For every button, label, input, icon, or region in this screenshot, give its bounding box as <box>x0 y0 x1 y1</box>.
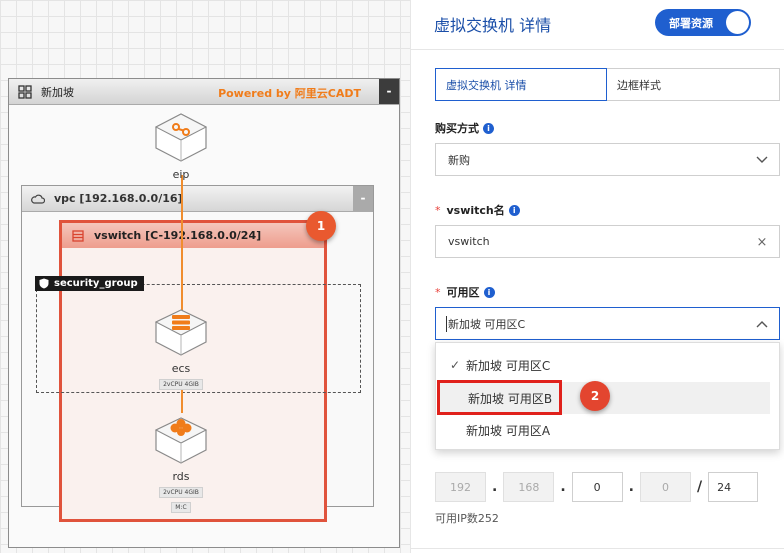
rds-node[interactable]: rds 2vCPU 4GIB M:C <box>153 416 209 513</box>
info-icon[interactable]: i <box>508 204 520 216</box>
vswitch-header: vswitch [C-192.168.0.0/24] <box>62 223 324 248</box>
region-title: 新加坡 <box>41 85 74 99</box>
zone-option-a-label: 新加坡 可用区A <box>466 423 551 438</box>
zone-option-c-label: 新加坡 可用区C <box>466 358 551 373</box>
chevron-up-icon <box>755 317 769 331</box>
required-mark: * <box>435 203 441 217</box>
ecs-node[interactable]: ecs 2vCPU 4GIB <box>153 308 209 390</box>
zone-select[interactable]: 新加坡 可用区C <box>435 307 780 340</box>
ip-octet-1: 192 <box>435 472 486 502</box>
zone-select-value: 新加坡 可用区C <box>446 315 526 332</box>
purchase-mode-select[interactable]: 新购 <box>435 143 780 176</box>
tab-vswitch-details[interactable]: 虚拟交换机 详情 <box>435 68 607 101</box>
rds-label: rds <box>172 470 190 483</box>
eip-label: eip <box>172 168 190 181</box>
shield-icon <box>39 278 49 289</box>
security-group-text: security_group <box>54 278 138 289</box>
deploy-resource-toggle[interactable]: 部署资源 <box>655 9 751 36</box>
vpc-header: vpc [192.168.0.0/16] - <box>22 186 373 212</box>
zone-text: 可用区 <box>446 286 480 299</box>
security-group-label: security_group <box>35 276 144 291</box>
highlight-box <box>437 380 562 415</box>
powered-by-label: Powered by 阿里云CADT <box>218 87 361 100</box>
vswitch-name-label: * vswitch名 i <box>435 202 520 218</box>
ip-octet-2: 168 <box>503 472 555 502</box>
dot-separator: . <box>492 479 498 495</box>
eip-ecs-connection <box>181 175 183 315</box>
tab-border-style[interactable]: 边框样式 <box>607 69 779 100</box>
available-ip-count: 可用IP数252 <box>435 512 499 525</box>
vswitch-icon <box>68 226 88 246</box>
purchase-mode-text: 购买方式 <box>435 122 479 135</box>
ecs-label: ecs <box>171 362 191 375</box>
vswitch-title: vswitch [C-192.168.0.0/24] <box>94 229 262 242</box>
eip-node[interactable]: eip <box>153 112 209 181</box>
ecs-icon <box>154 309 208 356</box>
ecs-spec-tag: 2vCPU 4GIB <box>159 379 203 390</box>
zone-option-c[interactable]: ✓ 新加坡 可用区C <box>436 349 779 381</box>
divider <box>411 49 784 50</box>
vswitch-name-text: vswitch名 <box>446 204 505 217</box>
info-icon[interactable]: i <box>483 122 494 134</box>
eip-icon <box>154 113 208 162</box>
panel-title: 虚拟交换机 详情 <box>434 16 552 35</box>
ip-mask-input[interactable]: 24 <box>708 472 759 502</box>
region-header: 新加坡 Powered by 阿里云CADT - <box>9 79 399 105</box>
step-badge-2: 2 <box>580 381 610 411</box>
rds-icon <box>154 417 208 464</box>
required-mark: * <box>435 285 441 299</box>
divider <box>411 548 784 549</box>
slash-separator: / <box>696 479 703 495</box>
toggle-knob <box>726 11 749 34</box>
chevron-down-icon <box>755 153 769 167</box>
purchase-mode-label: 购买方式 i <box>435 120 494 136</box>
panel-tabs: 虚拟交换机 详情 边框样式 <box>435 68 780 101</box>
clear-icon[interactable]: × <box>755 235 769 250</box>
step-badge-1: 1 <box>306 211 336 241</box>
vpc-title: vpc [192.168.0.0/16] <box>54 192 183 205</box>
dot-separator: . <box>628 479 634 495</box>
vswitch-name-input[interactable]: vswitch × <box>435 225 780 258</box>
dot-separator: . <box>560 479 566 495</box>
vpc-collapse-button[interactable]: - <box>353 186 373 211</box>
rds-mode-tag: M:C <box>171 502 191 513</box>
info-icon[interactable]: i <box>483 286 495 298</box>
rds-spec-tag: 2vCPU 4GIB <box>159 487 203 498</box>
zone-option-a[interactable]: 新加坡 可用区A <box>436 414 779 446</box>
details-panel: 虚拟交换机 详情 部署资源 虚拟交换机 详情 边框样式 购买方式 i 新购 * … <box>410 0 784 553</box>
vswitch-name-value: vswitch <box>448 235 490 248</box>
cidr-input-row: 192 . 168 . 0 . 0 / 24 <box>435 472 759 502</box>
region-collapse-button[interactable]: - <box>379 79 399 104</box>
check-icon: ✓ <box>450 358 461 372</box>
deploy-toggle-label: 部署资源 <box>669 16 713 30</box>
zone-label: * 可用区 i <box>435 284 495 300</box>
grid-icon <box>15 82 35 102</box>
ip-octet-3[interactable]: 0 <box>571 472 623 502</box>
purchase-mode-value: 新购 <box>448 153 470 167</box>
cloud-icon <box>28 189 48 209</box>
ip-octet-4: 0 <box>639 472 691 502</box>
topology-canvas[interactable]: 新加坡 Powered by 阿里云CADT - vpc [192.168.0.… <box>0 0 410 553</box>
